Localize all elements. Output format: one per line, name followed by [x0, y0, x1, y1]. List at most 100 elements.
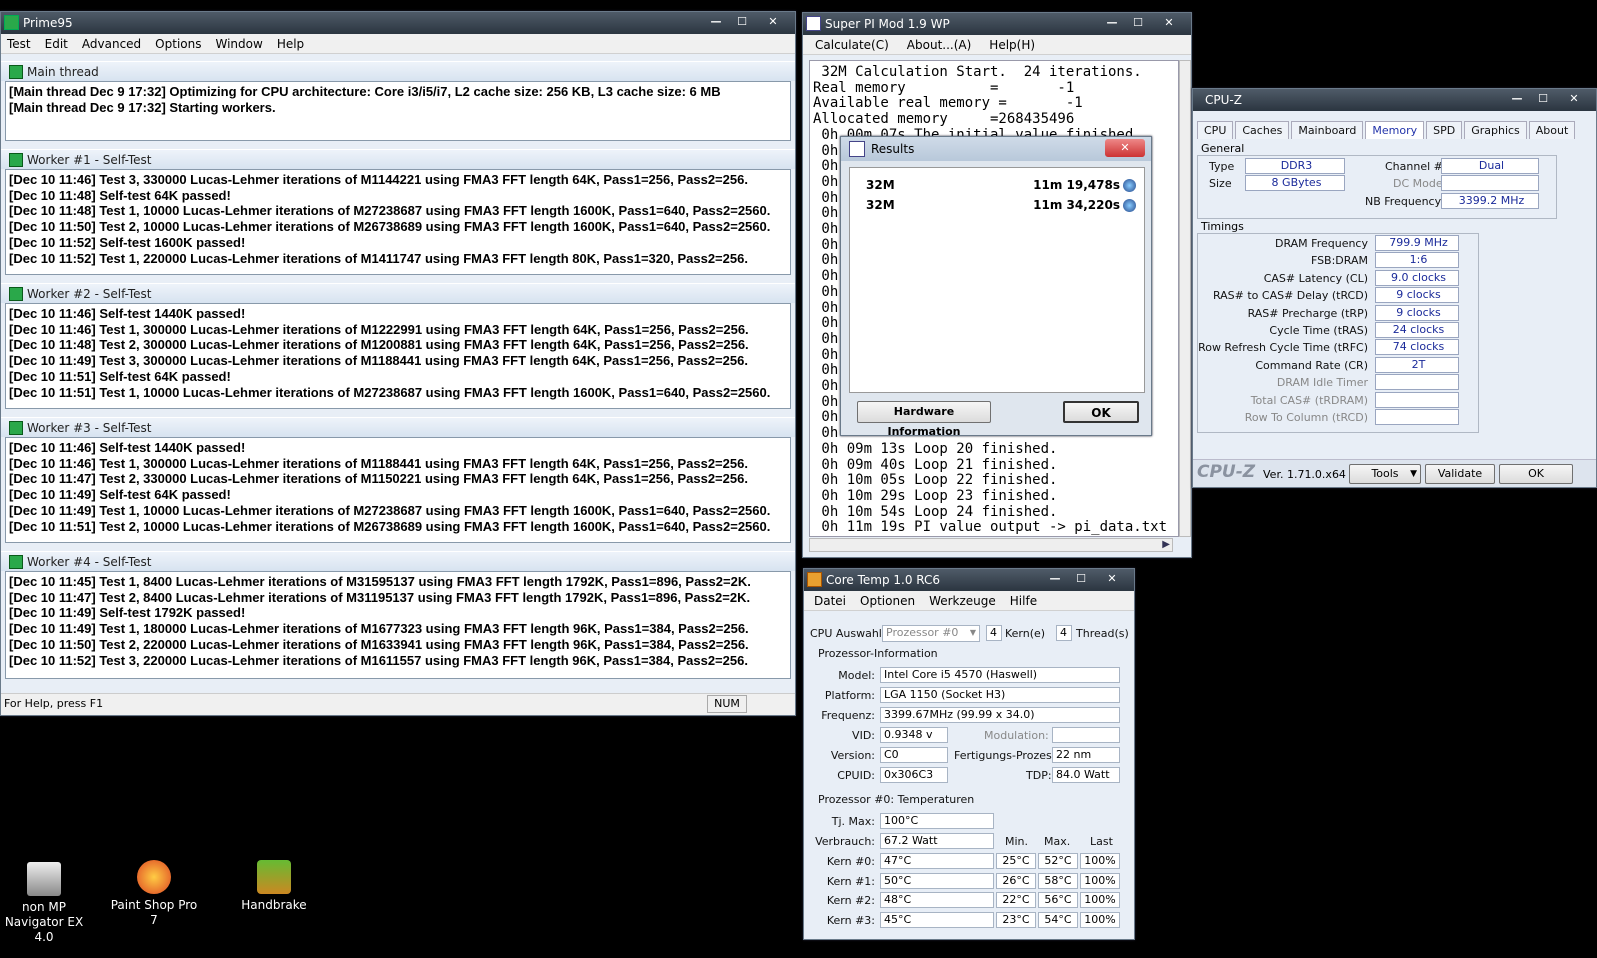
maximize-icon[interactable]: ☐: [1068, 571, 1094, 587]
menu-optionen[interactable]: Optionen: [860, 591, 915, 610]
tab-about[interactable]: About: [1528, 121, 1576, 139]
menu-calculate[interactable]: Calculate(C): [815, 35, 889, 54]
menu-hilfe[interactable]: Hilfe: [1010, 591, 1037, 610]
thread-pane-log[interactable]: [Dec 10 11:46] Self-test 1440K passed! [D…: [5, 437, 791, 543]
result-row[interactable]: 32M 11m 34,220s: [866, 198, 1136, 214]
core-load: 100%: [1080, 892, 1120, 909]
close-icon[interactable]: ✕: [1094, 571, 1130, 587]
thread-pane-log[interactable]: [Main thread Dec 9 17:32] Optimizing for…: [5, 81, 791, 141]
tab-mainboard[interactable]: Mainboard: [1291, 121, 1364, 139]
menu-advanced[interactable]: Advanced: [82, 34, 141, 53]
globe-icon: [1123, 179, 1136, 192]
close-icon[interactable]: ✕: [1105, 139, 1145, 157]
minimize-icon[interactable]: —: [1099, 15, 1125, 31]
log-line: [Dec 10 11:46] Self-test 1440K passed!: [9, 440, 246, 455]
core-max: 52°C: [1038, 853, 1078, 869]
thread-pane-log[interactable]: [Dec 10 11:46] Test 3, 330000 Lucas-Lehm…: [5, 169, 791, 275]
min-header: Min.: [1005, 835, 1029, 848]
thread-pane-title[interactable]: Worker #3 - Self-Test: [1, 417, 795, 437]
maximize-icon[interactable]: ☐: [729, 14, 755, 30]
minimize-icon[interactable]: —: [1504, 91, 1530, 107]
tab-spd[interactable]: SPD: [1426, 121, 1463, 139]
last-header: Last: [1090, 835, 1113, 848]
desktop-icon-handbrake[interactable]: Handbrake: [226, 860, 322, 913]
menu-werkzeuge[interactable]: Werkzeuge: [929, 591, 996, 610]
maximize-icon[interactable]: ☐: [1125, 15, 1151, 31]
cpuz-ok-button[interactable]: OK: [1499, 464, 1573, 484]
scanner-icon: [27, 862, 61, 896]
cpu-select-dropdown[interactable]: Prozessor #0 ▼: [882, 625, 980, 642]
thread-pane-title[interactable]: Main thread: [1, 61, 795, 81]
desktop-icon-mp-navigator[interactable]: non MP Navigator EX 4.0: [0, 862, 92, 945]
menu-options[interactable]: Options: [155, 34, 201, 53]
scroll-right-icon[interactable]: ▶: [1162, 539, 1170, 550]
minimize-icon[interactable]: —: [703, 14, 729, 30]
type-label: Type: [1209, 160, 1235, 173]
log-line: [Dec 10 11:48] Test 1, 10000 Lucas-Lehme…: [9, 203, 771, 219]
tjmax-value: 100°C: [880, 813, 994, 829]
log-line: [Dec 10 11:52] Self-test 1600K passed!: [9, 234, 246, 250]
timing-value: 24 clocks: [1375, 322, 1459, 338]
dcmode-value: [1441, 175, 1539, 191]
nbfreq-label: NB Frequency: [1365, 195, 1442, 208]
log-line: Allocated memory =268435496: [813, 111, 1075, 128]
timing-label: Total CAS# (tRDRAM): [1250, 393, 1368, 407]
desktop-icon-paint-shop-pro[interactable]: Paint Shop Pro 7: [106, 860, 202, 928]
ok-button[interactable]: OK: [1063, 401, 1139, 423]
vertical-scrollbar[interactable]: [1179, 60, 1191, 537]
tools-button[interactable]: Tools ▼: [1349, 464, 1421, 484]
superpi-titlebar[interactable]: Super PI Mod 1.9 WP — ☐ ✕: [803, 13, 1191, 35]
prime95-thread-icon: [9, 555, 23, 569]
hardware-info-button[interactable]: Hardware Information: [857, 401, 991, 438]
maximize-icon[interactable]: ☐: [1530, 91, 1556, 107]
log-line: [Dec 10 11:50] Test 2, 220000 Lucas-Lehm…: [9, 636, 749, 652]
thread-pane-log[interactable]: [Dec 10 11:46] Self-test 1440K passed! [D…: [5, 303, 791, 409]
timings-label: Timings: [1199, 220, 1246, 233]
tab-memory[interactable]: Memory: [1365, 121, 1425, 139]
menu-help[interactable]: Help(H): [989, 35, 1035, 54]
menu-edit[interactable]: Edit: [45, 34, 68, 53]
results-titlebar[interactable]: Results ✕: [841, 137, 1151, 161]
num-indicator: NUM: [707, 695, 747, 713]
core-load: 100%: [1080, 872, 1120, 889]
validate-button[interactable]: Validate: [1425, 464, 1495, 484]
close-icon[interactable]: ✕: [1151, 15, 1187, 31]
close-icon[interactable]: ✕: [755, 14, 791, 30]
cpuid-value: 0x306C3: [880, 767, 948, 783]
log-line: [Dec 10 11:51] Test 2, 10000 Lucas-Lehme…: [9, 518, 771, 534]
prime95-thread-icon: [9, 153, 23, 167]
horizontal-scrollbar[interactable]: ▶: [809, 538, 1173, 552]
frequency-value: 3399.67MHz (99.99 x 34.0): [880, 707, 1120, 723]
tab-cpu[interactable]: CPU: [1197, 121, 1234, 139]
minimize-icon[interactable]: —: [1042, 571, 1068, 587]
platform-value: LGA 1150 (Socket H3): [880, 687, 1120, 703]
menu-about[interactable]: About...(A): [907, 35, 972, 54]
thread-pane-log[interactable]: [Dec 10 11:45] Test 1, 8400 Lucas-Lehmer…: [5, 571, 791, 679]
core-min: 25°C: [996, 853, 1036, 869]
core-label: Kern #1:: [826, 874, 875, 888]
core-label: Kern #2:: [826, 894, 875, 908]
thread-pane-title[interactable]: Worker #2 - Self-Test: [1, 283, 795, 303]
menu-datei[interactable]: Datei: [814, 591, 846, 610]
cpuz-titlebar[interactable]: CPU-Z — ☐ ✕: [1193, 89, 1596, 111]
timing-value: [1375, 409, 1459, 425]
thread-pane-title[interactable]: Worker #4 - Self-Test: [1, 551, 795, 571]
close-icon[interactable]: ✕: [1556, 91, 1592, 107]
coretemp-app-icon: [807, 572, 822, 587]
menu-help[interactable]: Help: [277, 34, 304, 53]
menu-window[interactable]: Window: [215, 34, 262, 53]
log-line: 0h 11m 19s PI value output -> pi_data.tx…: [813, 519, 1168, 536]
log-line: [Dec 10 11:51] Test 1, 10000 Lucas-Lehme…: [9, 384, 771, 400]
prime95-titlebar[interactable]: Prime95 — ☐ ✕: [1, 12, 795, 34]
thread-pane: Main thread [Main thread Dec 9 17:32] Opt…: [1, 61, 795, 147]
result-row[interactable]: 32M 11m 19,478s: [866, 178, 1136, 194]
core-max: 58°C: [1038, 872, 1078, 889]
timing-value: 2T: [1375, 356, 1459, 373]
tab-caches[interactable]: Caches: [1235, 121, 1290, 139]
coretemp-titlebar[interactable]: Core Temp 1.0 RC6 — ☐ ✕: [804, 569, 1134, 591]
timing-value: 9.0 clocks: [1375, 269, 1459, 286]
menu-test[interactable]: Test: [7, 34, 31, 53]
tab-graphics[interactable]: Graphics: [1464, 121, 1527, 139]
core-temp: 50°C: [880, 872, 994, 889]
thread-pane-title[interactable]: Worker #1 - Self-Test: [1, 149, 795, 169]
